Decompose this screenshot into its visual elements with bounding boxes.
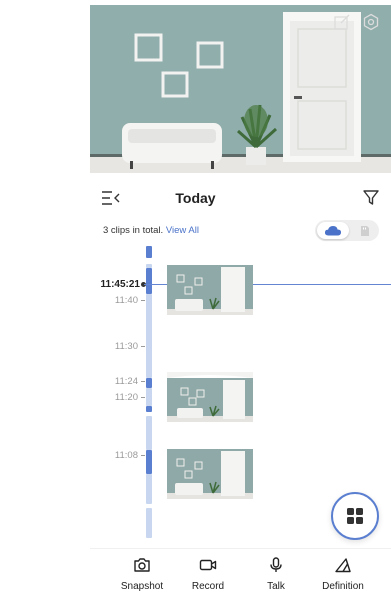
clip-thumbnail-image — [167, 449, 253, 499]
time-label: 11:30 — [114, 341, 138, 352]
timeline-segment — [146, 474, 152, 504]
time-tick — [141, 346, 145, 347]
time-tick — [141, 300, 145, 301]
grid-icon — [347, 508, 363, 524]
video-camera-icon — [199, 559, 217, 571]
time-label: 11:40 — [114, 295, 138, 306]
page-title: Today — [175, 190, 216, 206]
cloud-icon — [324, 226, 342, 236]
sd-card-storage-option[interactable] — [352, 222, 377, 239]
talk-button[interactable]: Talk — [246, 557, 306, 592]
clips-count-text: 3 clips in total. — [103, 225, 164, 236]
record-button[interactable]: Record — [178, 557, 238, 592]
storage-toggle — [315, 220, 379, 241]
clip-thumbnail-image — [167, 265, 253, 315]
time-label: 11:24 — [114, 376, 138, 387]
time-label: 11:08 — [114, 450, 138, 461]
time-tick — [141, 455, 145, 456]
timeline-segment — [146, 294, 152, 378]
definition-button[interactable]: Definition — [313, 557, 373, 592]
timeline-segment — [146, 378, 152, 388]
settings-hexagon-icon[interactable] — [362, 13, 380, 31]
microphone-icon — [270, 557, 282, 572]
clips-summary: 3 clips in total. View All — [103, 225, 199, 236]
more-features-button[interactable] — [331, 492, 379, 540]
timeline-segment — [146, 416, 152, 450]
timeline-segment — [146, 268, 152, 294]
snapshot-button[interactable]: Snapshot — [112, 557, 172, 592]
clip-thumbnail-image — [167, 372, 253, 422]
talk-label: Talk — [267, 581, 285, 592]
camera-icon — [134, 558, 150, 572]
timeline-segment — [146, 388, 152, 406]
current-time-label: 11:45:21 — [100, 279, 140, 290]
time-tick — [141, 397, 145, 398]
timeline-header: Today — [0, 178, 391, 218]
time-label: 11:20 — [114, 392, 138, 403]
timeline-track[interactable] — [146, 246, 152, 546]
cloud-storage-option[interactable] — [317, 222, 349, 239]
clip-thumbnail[interactable] — [167, 372, 253, 422]
timeline-segment — [146, 508, 152, 538]
snapshot-label: Snapshot — [120, 581, 164, 592]
definition-label: Definition — [322, 581, 364, 592]
clip-thumbnail[interactable] — [167, 449, 253, 499]
sd-card-icon — [360, 226, 369, 236]
filter-icon[interactable] — [362, 188, 380, 206]
timeline-segment — [146, 450, 152, 474]
timeline-segment — [146, 246, 152, 258]
timeline-segment — [146, 406, 152, 412]
time-tick — [141, 381, 145, 382]
record-label: Record — [191, 581, 225, 592]
definition-icon — [335, 558, 351, 573]
clip-thumbnail[interactable] — [167, 265, 253, 315]
bottom-toolbar: Snapshot Record Talk Definition — [90, 548, 391, 598]
view-all-link[interactable]: View All — [166, 225, 199, 236]
edit-icon[interactable] — [333, 13, 351, 31]
live-preview[interactable] — [90, 5, 391, 173]
